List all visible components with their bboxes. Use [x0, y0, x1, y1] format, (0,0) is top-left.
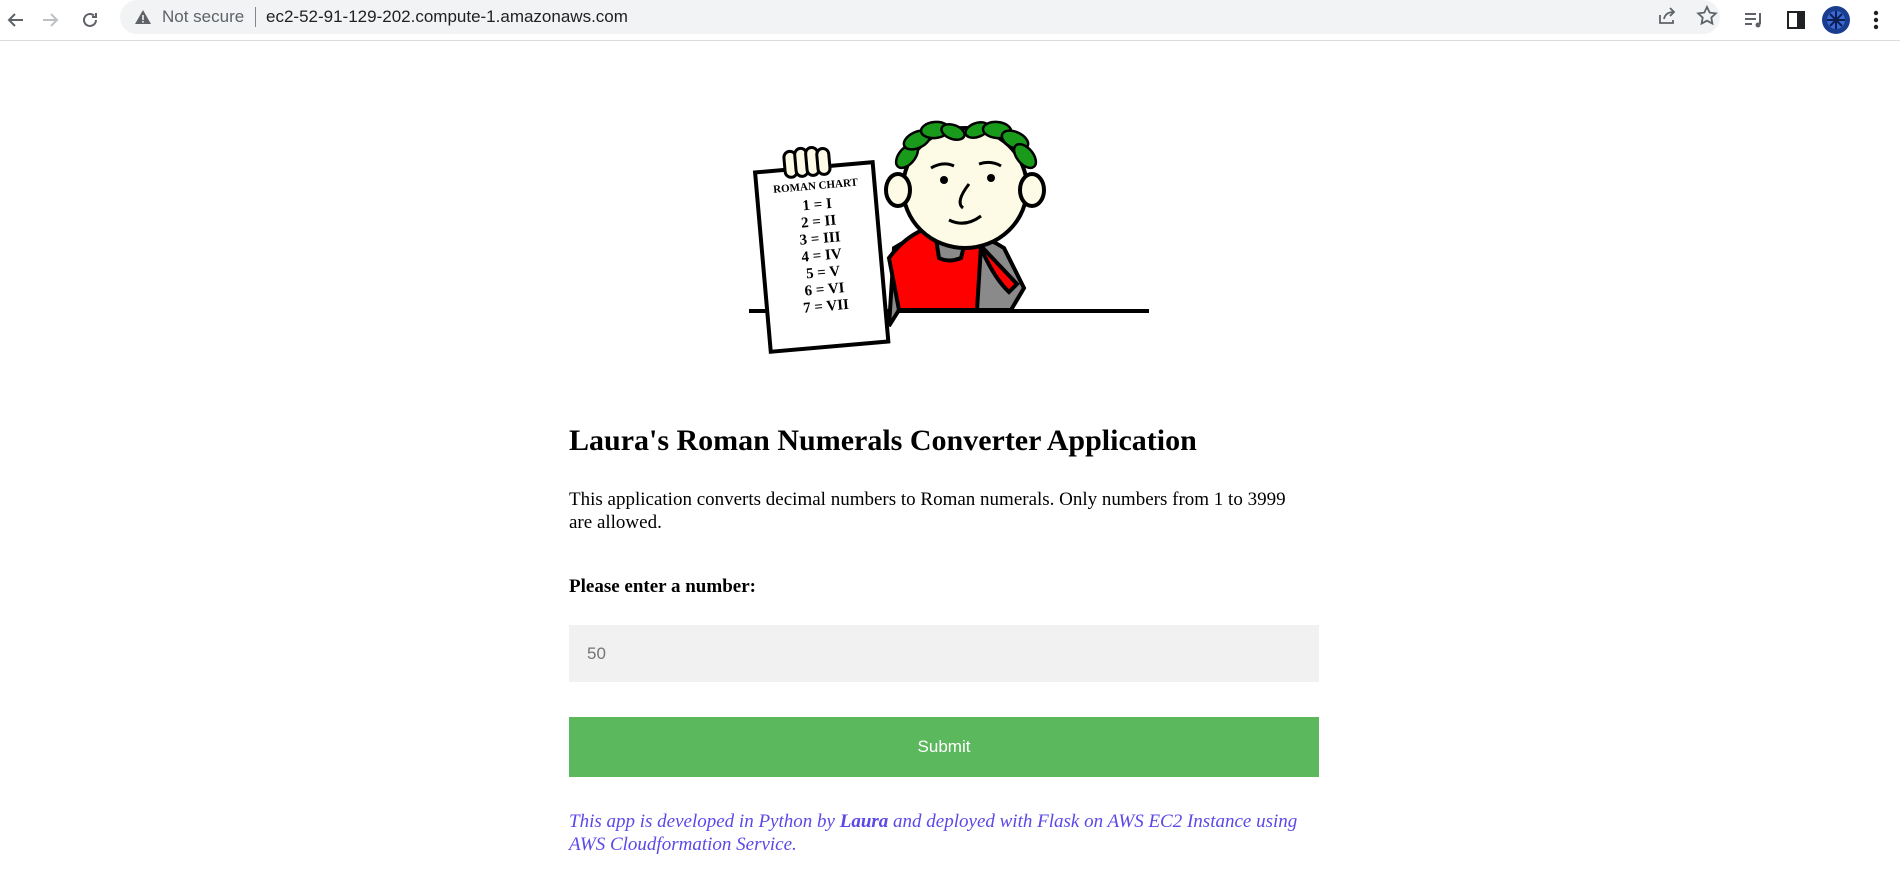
reload-icon[interactable]: [74, 4, 106, 36]
chart-row: 5 = V: [805, 263, 841, 282]
divider: [255, 7, 256, 27]
chart-row: 1 = I: [802, 196, 833, 215]
submit-button[interactable]: Submit: [569, 717, 1319, 777]
chart-row: 2 = II: [800, 213, 837, 232]
menu-dots-icon[interactable]: [1860, 4, 1892, 36]
warning-icon[interactable]: [134, 8, 152, 31]
back-icon[interactable]: [0, 4, 32, 36]
browser-toolbar: Not secure ec2-52-91-129-202.compute-1.a…: [0, 0, 1900, 41]
page-title: Laura's Roman Numerals Converter Applica…: [569, 424, 1197, 457]
media-queue-icon[interactable]: [1738, 4, 1770, 36]
address-bar[interactable]: Not secure ec2-52-91-129-202.compute-1.a…: [120, 0, 1720, 34]
profile-avatar-icon[interactable]: [1820, 4, 1852, 36]
side-panel-icon[interactable]: [1780, 4, 1812, 36]
share-icon[interactable]: [1655, 4, 1679, 33]
number-input[interactable]: [569, 625, 1319, 682]
page-description: This application converts decimal number…: [569, 489, 1286, 533]
url-text[interactable]: ec2-52-91-129-202.compute-1.amazonaws.co…: [266, 7, 628, 27]
forward-icon[interactable]: [34, 4, 66, 36]
footer-note: This app is developed in Python by Laura…: [569, 810, 1329, 856]
footer-author: Laura: [839, 811, 889, 832]
bookmark-star-icon[interactable]: [1695, 4, 1719, 33]
footer-prefix: This app is developed in Python by: [569, 811, 840, 832]
security-status[interactable]: Not secure: [162, 7, 244, 27]
number-input-label: Please enter a number:: [569, 576, 756, 597]
roman-character-illustration: ROMAN CHART 1 = I2 = II 3 = III 4 = IV 5 = …: [749, 98, 1149, 363]
